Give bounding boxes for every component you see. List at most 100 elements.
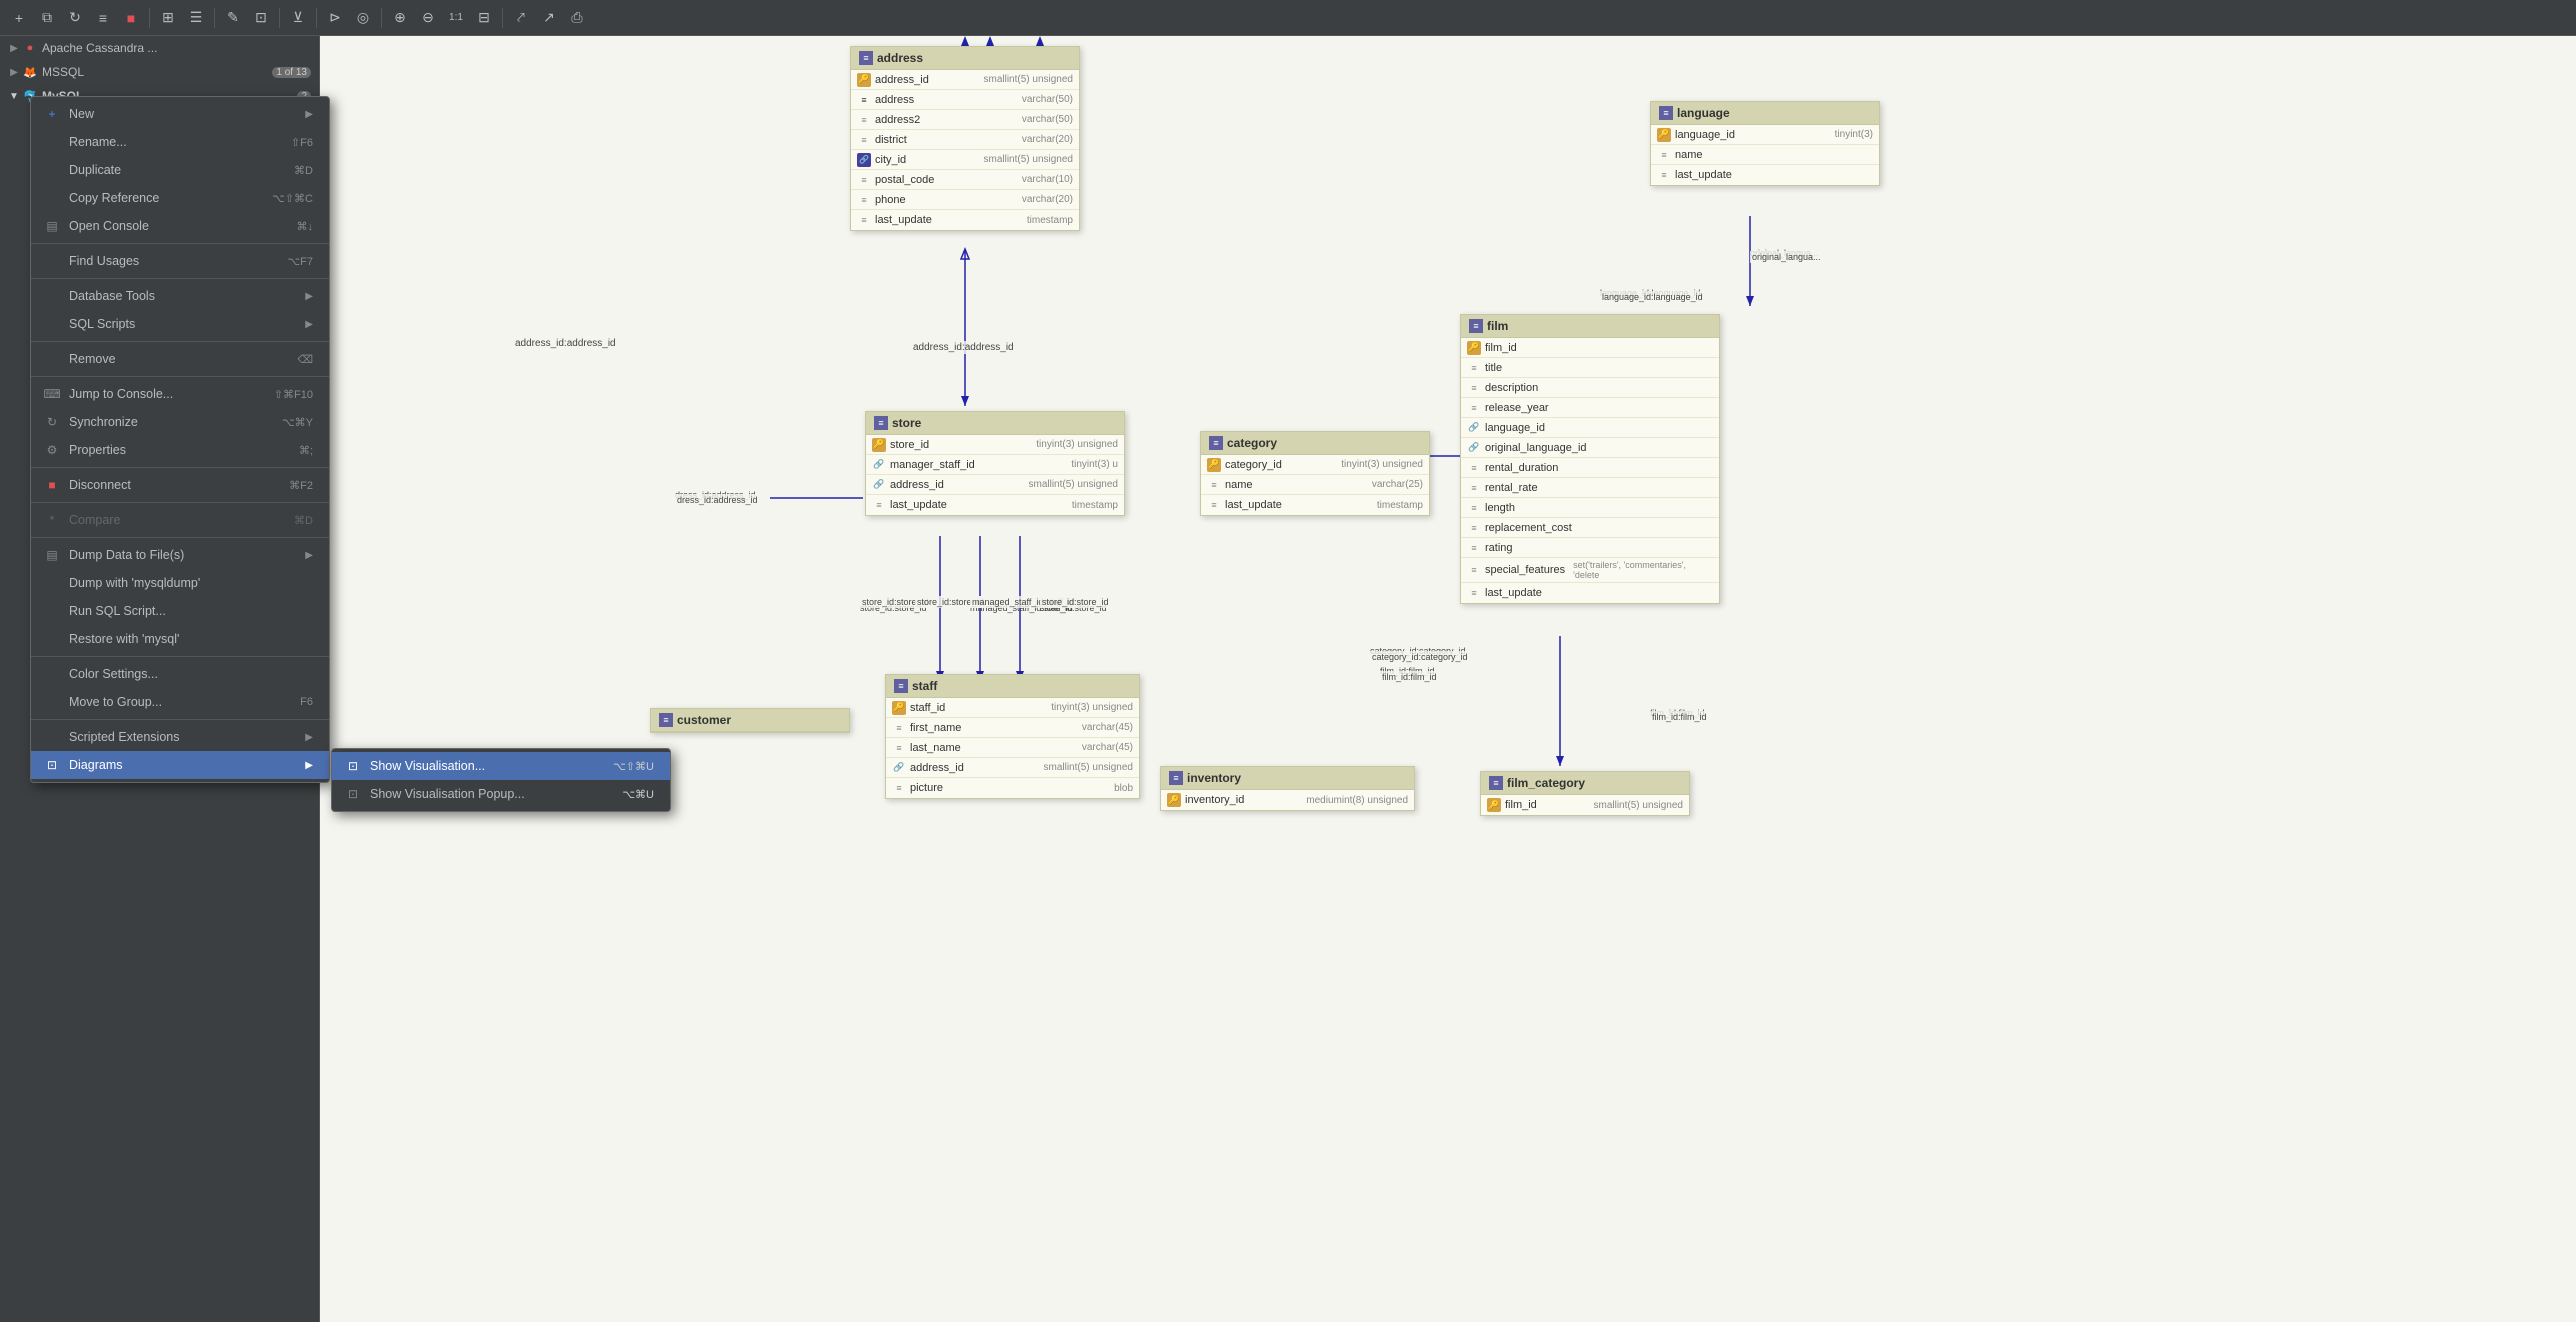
- diagram-canvas[interactable]: address_id:address_id store_id:store_id …: [320, 36, 2576, 1322]
- menu-item-restore-mysql[interactable]: Restore with 'mysql': [31, 625, 329, 653]
- field-name: film_id: [1485, 342, 1705, 354]
- table-icon: ≡: [1469, 319, 1483, 333]
- field-address: ≡ address varchar(50): [851, 90, 1079, 110]
- refresh-button[interactable]: ↻: [62, 5, 88, 31]
- new-menu-icon: +: [43, 105, 61, 123]
- field-type: smallint(5) unsigned: [984, 154, 1074, 165]
- menu-item-db-tools[interactable]: Database Tools ▶: [31, 282, 329, 310]
- menu-item-dump-data[interactable]: ▤ Dump Data to File(s) ▶: [31, 541, 329, 569]
- field-name: address_id: [890, 479, 1021, 491]
- menu-item-new[interactable]: + New ▶: [31, 100, 329, 128]
- menu-item-find-usages[interactable]: Find Usages ⌥F7: [31, 247, 329, 275]
- menu-item-copy-ref[interactable]: Copy Reference ⌥⇧⌘C: [31, 184, 329, 212]
- field-type: varchar(25): [1372, 479, 1423, 490]
- field-type: varchar(50): [1022, 114, 1073, 125]
- menu-item-synchronize[interactable]: ↻ Synchronize ⌥⌘Y: [31, 408, 329, 436]
- show-vis-shortcut: ⌥⇧⌘U: [613, 760, 654, 773]
- field-icon: ≡: [1207, 478, 1221, 492]
- disconnect-shortcut: ⌘F2: [289, 479, 313, 492]
- menu-item-open-console[interactable]: ▤ Open Console ⌘↓: [31, 212, 329, 240]
- menu-item-scripted-ext[interactable]: Scripted Extensions ▶: [31, 723, 329, 751]
- field-phone: ≡ phone varchar(20): [851, 190, 1079, 210]
- separator-3: [279, 8, 280, 28]
- copy-button[interactable]: ⧉: [34, 5, 60, 31]
- customer-table: ≡ customer: [650, 708, 850, 733]
- menu-item-disconnect[interactable]: ■ Disconnect ⌘F2: [31, 471, 329, 499]
- list-button[interactable]: ☰: [183, 5, 209, 31]
- export-button[interactable]: ↗: [536, 5, 562, 31]
- field-name: length: [1485, 502, 1705, 514]
- menu-item-color-settings[interactable]: Color Settings...: [31, 660, 329, 688]
- field-name: rental_rate: [1485, 482, 1705, 494]
- menu-item-diagrams[interactable]: ⊡ Diagrams ▶ ⊡ Show Visualisation... ⌥⇧⌘…: [31, 751, 329, 779]
- layout-button[interactable]: ⊟: [471, 5, 497, 31]
- field-last_update-lang: ≡ last_update: [1651, 165, 1879, 185]
- copy-ref-label: Copy Reference: [69, 191, 159, 205]
- field-language_id-film: 🔗 language_id: [1461, 418, 1719, 438]
- toolbar: + ⧉ ↻ ≡ ■ ⊞ ☰ ✎ ⊡ ⊻ ⊳ ◎ ⊕ ⊖ 1:1 ⊟ ⤤ ↗ ⎙: [0, 0, 2576, 36]
- properties-button[interactable]: ≡: [90, 5, 116, 31]
- sidebar-item-mssql[interactable]: ▶ 🦊 MSSQL 1 of 13: [0, 60, 319, 84]
- field-description: ≡ description: [1461, 378, 1719, 398]
- field-type: varchar(50): [1022, 94, 1073, 105]
- show-vis-popup-icon: ⊡: [344, 785, 362, 803]
- expand-mysql-icon: ▼: [8, 90, 20, 102]
- menu-item-compare[interactable]: * Compare ⌘D: [31, 506, 329, 534]
- field-name: last_update: [1225, 499, 1369, 511]
- sql-button[interactable]: ⊡: [248, 5, 274, 31]
- nav-button[interactable]: ⊳: [322, 5, 348, 31]
- filter-button[interactable]: ⊻: [285, 5, 311, 31]
- film-category-table: ≡ film_category 🔑 film_id smallint(5) un…: [1480, 771, 1690, 816]
- field-icon: ≡: [872, 498, 886, 512]
- submenu-show-vis-popup[interactable]: ⊡ Show Visualisation Popup... ⌥⌘U: [332, 780, 670, 808]
- add-button[interactable]: +: [6, 5, 32, 31]
- fk-icon: 🔗: [892, 761, 906, 775]
- menu-item-duplicate[interactable]: Duplicate ⌘D: [31, 156, 329, 184]
- submenu-show-vis[interactable]: ⊡ Show Visualisation... ⌥⇧⌘U: [332, 752, 670, 780]
- diagrams-label: Diagrams: [69, 758, 123, 772]
- connection-label-cat: category_id:category_id: [1370, 651, 1470, 663]
- field-replacement_cost: ≡ replacement_cost: [1461, 518, 1719, 538]
- share-button[interactable]: ⤤: [508, 5, 534, 31]
- synchronize-label: Synchronize: [69, 415, 138, 429]
- field-icon: ≡: [1467, 481, 1481, 495]
- dump-data-arrow: ▶: [305, 550, 313, 561]
- move-group-label: Move to Group...: [69, 695, 162, 709]
- customer-table-title: customer: [677, 713, 731, 727]
- field-icon: ≡: [1467, 381, 1481, 395]
- grid-button[interactable]: ⊞: [155, 5, 181, 31]
- edit-button[interactable]: ✎: [220, 5, 246, 31]
- connection-label-1: address_id:address_id: [910, 341, 1017, 354]
- field-icon: ≡: [1467, 563, 1481, 577]
- table-icon: ≡: [1659, 106, 1673, 120]
- field-last_update-cat: ≡ last_update timestamp: [1201, 495, 1429, 515]
- staff-table-title: staff: [912, 679, 937, 693]
- stop-button[interactable]: ■: [118, 5, 144, 31]
- menu-item-run-sql[interactable]: Run SQL Script...: [31, 597, 329, 625]
- menu-item-move-group[interactable]: Move to Group... F6: [31, 688, 329, 716]
- target-button[interactable]: ◎: [350, 5, 376, 31]
- menu-item-rename[interactable]: Rename... ⇧F6: [31, 128, 329, 156]
- print-button[interactable]: ⎙: [564, 5, 590, 31]
- scripted-ext-arrow: ▶: [305, 732, 313, 743]
- fit-button[interactable]: 1:1: [443, 5, 469, 31]
- customer-table-header: ≡ customer: [651, 709, 849, 732]
- field-store_id: 🔑 store_id tinyint(3) unsigned: [866, 435, 1124, 455]
- table-icon: ≡: [1489, 776, 1503, 790]
- menu-item-properties[interactable]: ⚙ Properties ⌘;: [31, 436, 329, 464]
- menu-item-dump-mysqldump[interactable]: Dump with 'mysqldump': [31, 569, 329, 597]
- film-category-table-header: ≡ film_category: [1481, 772, 1689, 795]
- staff-table: ≡ staff 🔑 staff_id tinyint(3) unsigned ≡…: [885, 674, 1140, 799]
- show-vis-popup-shortcut: ⌥⌘U: [622, 788, 654, 801]
- field-icon: ≡: [1467, 361, 1481, 375]
- menu-item-remove[interactable]: Remove ⌫: [31, 345, 329, 373]
- rename-icon: [43, 133, 61, 151]
- field-name: city_id: [875, 154, 976, 166]
- zoom-out-button[interactable]: ⊖: [415, 5, 441, 31]
- field-type: timestamp: [1027, 215, 1073, 226]
- menu-item-sql-scripts[interactable]: SQL Scripts ▶: [31, 310, 329, 338]
- sidebar-item-cassandra[interactable]: ▶ ● Apache Cassandra ...: [0, 36, 319, 60]
- menu-item-jump-console[interactable]: ⌨ Jump to Console... ⇧⌘F10: [31, 380, 329, 408]
- zoom-in-button[interactable]: ⊕: [387, 5, 413, 31]
- separator-4: [316, 8, 317, 28]
